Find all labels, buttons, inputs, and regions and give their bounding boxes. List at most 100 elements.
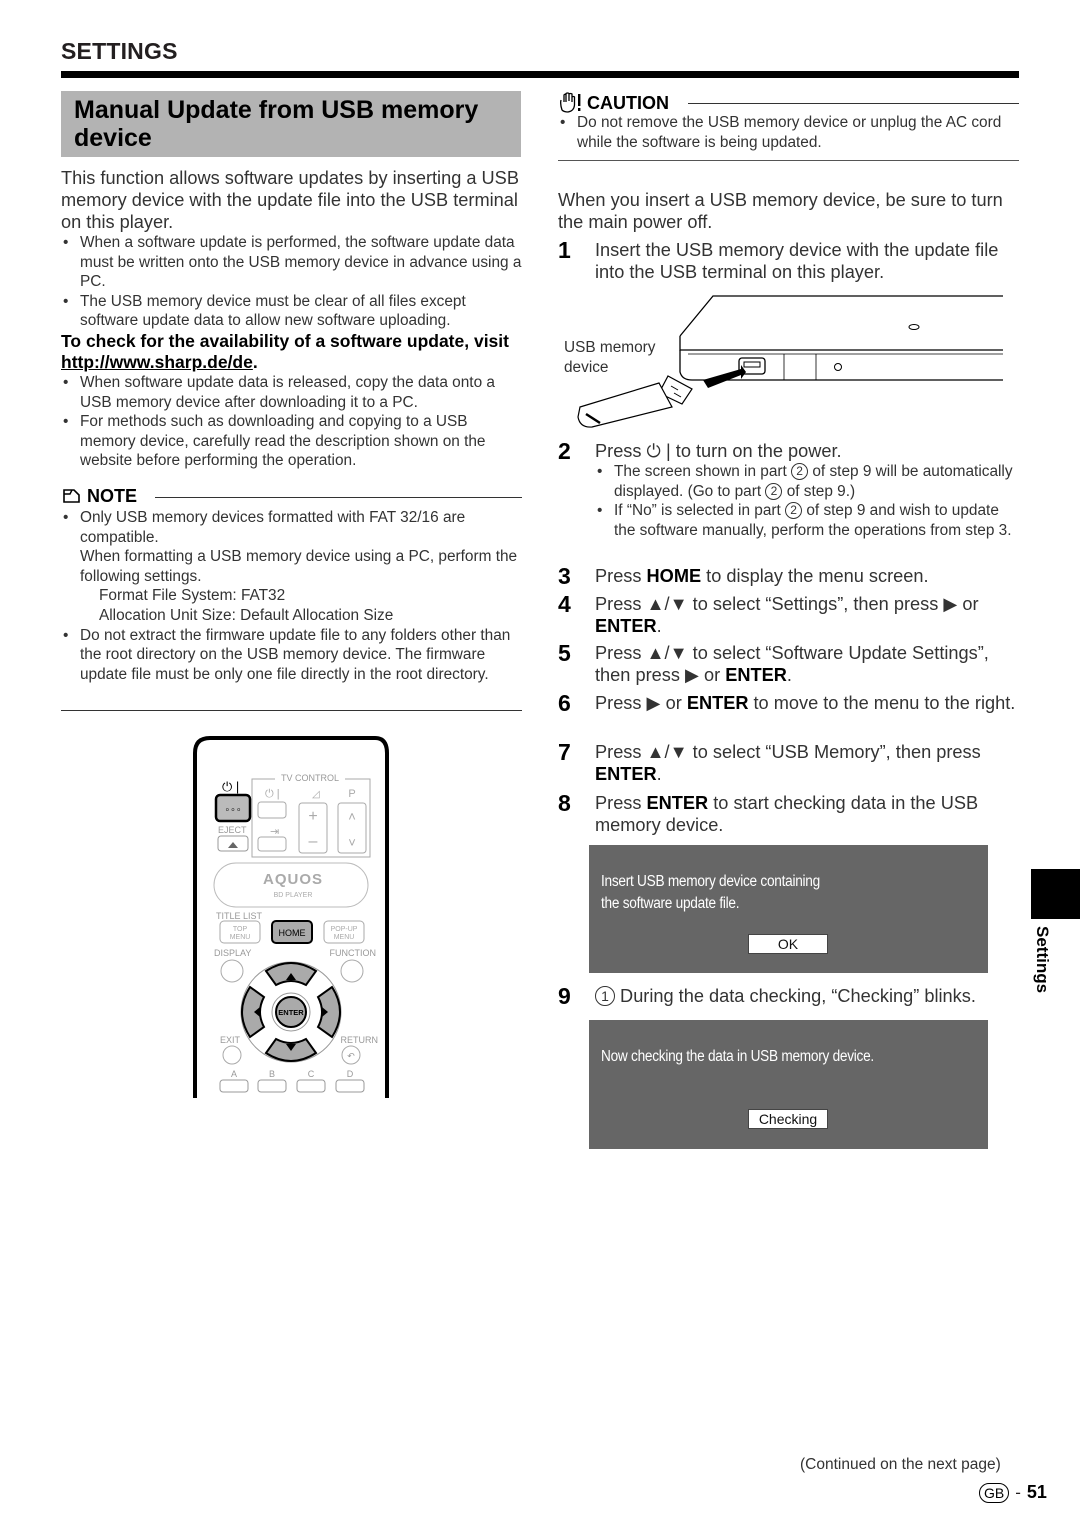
step-text: Press ▲/▼ to select “Settings”, then pre… bbox=[595, 594, 979, 636]
svg-text:TITLE LIST: TITLE LIST bbox=[216, 911, 263, 921]
osd-checking-dialog: Now checking the data in USB memory devi… bbox=[589, 1020, 988, 1149]
svg-text:AQUOS: AQUOS bbox=[263, 871, 323, 888]
intro-block: This function allows software updates by… bbox=[61, 167, 523, 471]
note-item: Only USB memory devices formatted with F… bbox=[61, 508, 523, 626]
update-check-line: To check for the availability of a softw… bbox=[61, 331, 523, 373]
remote-tv-power-button bbox=[257, 801, 287, 819]
svg-text:POP-UP: POP-UP bbox=[331, 926, 358, 933]
note-rule-top bbox=[155, 497, 522, 498]
remote-tv-control-label: TV CONTROL bbox=[281, 773, 339, 783]
step-number: 8 bbox=[558, 790, 571, 816]
svg-text:HOME: HOME bbox=[279, 928, 306, 938]
caution-rule-top bbox=[688, 103, 1019, 104]
svg-text:EJECT: EJECT bbox=[218, 825, 247, 835]
note-setting: Format File System: FAT32 bbox=[99, 587, 286, 605]
step-text: Press ▲/▼ to select “USB Memory”, then p… bbox=[595, 742, 981, 784]
svg-text:RETURN: RETURN bbox=[341, 1035, 379, 1045]
svg-text:BD PLAYER: BD PLAYER bbox=[274, 892, 313, 899]
update-check-suffix: . bbox=[252, 351, 258, 372]
remote-display-button bbox=[220, 959, 244, 983]
svg-text:↶: ↶ bbox=[347, 1051, 355, 1061]
svg-text:TOP: TOP bbox=[233, 926, 248, 933]
svg-text:MENU: MENU bbox=[230, 934, 251, 941]
svg-text:⇥: ⇥ bbox=[270, 826, 279, 838]
remote-key-a bbox=[219, 1079, 249, 1093]
list-item: The screen shown in part 2 of step 9 wil… bbox=[595, 462, 1020, 501]
svg-text:◿: ◿ bbox=[312, 789, 320, 800]
svg-text:⏻ |: ⏻ | bbox=[265, 788, 280, 800]
usb-memory-label: USB memory device bbox=[564, 339, 656, 376]
update-check-text: To check for the availability of a softw… bbox=[61, 330, 509, 351]
step-number: 1 bbox=[558, 237, 571, 263]
svg-text:ENTER: ENTER bbox=[278, 1008, 304, 1017]
svg-text:P: P bbox=[348, 788, 355, 800]
step-text-part: Press bbox=[595, 441, 647, 461]
sharp-website-link[interactable]: http://www.sharp.de/de bbox=[61, 352, 253, 372]
osd-insert-usb-dialog: Insert USB memory device containing the … bbox=[589, 845, 988, 973]
step-text: Press HOME to display the menu screen. bbox=[595, 566, 929, 586]
svg-text:–: – bbox=[309, 833, 318, 850]
circled-number: 2 bbox=[765, 482, 783, 500]
step-number: 2 bbox=[558, 438, 571, 464]
osd-message: Insert USB memory device containing the … bbox=[601, 873, 820, 912]
download-bullets: When software update data is released, c… bbox=[61, 373, 523, 471]
caution-label: CAUTION bbox=[587, 93, 669, 113]
note-text: When formatting a USB memory device usin… bbox=[80, 548, 518, 585]
step-text: Press ▲/▼ to select “Software Update Set… bbox=[595, 643, 989, 685]
note-label: NOTE bbox=[87, 486, 138, 506]
step-text: Press ENTER to start checking data in th… bbox=[595, 793, 979, 835]
list-item: The USB memory device must be clear of a… bbox=[61, 292, 523, 331]
step-number: 3 bbox=[558, 563, 571, 589]
svg-text:FUNCTION: FUNCTION bbox=[330, 948, 377, 958]
header-rule bbox=[61, 71, 1019, 78]
power-off-note: When you insert a USB memory device, be … bbox=[558, 190, 1003, 232]
circled-number: 2 bbox=[791, 463, 809, 480]
step-number: 5 bbox=[558, 640, 571, 666]
list-item: When software update data is released, c… bbox=[61, 373, 523, 412]
caution-item: Do not remove the USB memory device or u… bbox=[558, 113, 1019, 152]
caution-body: Do not remove the USB memory device or u… bbox=[558, 113, 1019, 152]
step-number: 9 bbox=[558, 983, 571, 1009]
svg-text:C: C bbox=[308, 1069, 315, 1079]
page-heading-box: Manual Update from USB memory device bbox=[61, 91, 521, 157]
svg-text:MENU: MENU bbox=[334, 934, 355, 941]
note-icon bbox=[63, 489, 80, 503]
section-title: SETTINGS bbox=[61, 38, 178, 64]
note-setting: Allocation Unit Size: Default Allocation… bbox=[99, 606, 394, 624]
note-header: NOTE bbox=[61, 486, 522, 508]
remote-power-label: ⏻ | bbox=[222, 779, 239, 794]
svg-text:A: A bbox=[231, 1069, 237, 1079]
side-tab-marker bbox=[1031, 869, 1080, 919]
intro-paragraph: This function allows software updates by… bbox=[61, 168, 519, 232]
svg-text:DISPLAY: DISPLAY bbox=[214, 948, 251, 958]
step-number: 4 bbox=[558, 591, 571, 617]
note-text: Only USB memory devices formatted with F… bbox=[80, 509, 466, 546]
continued-note: (Continued on the next page) bbox=[800, 1456, 1001, 1473]
step-text: Press ⏻ | to turn on the power. bbox=[595, 440, 1020, 462]
step-text: 1 During the data checking, “Checking” b… bbox=[595, 985, 1020, 1007]
osd-message: Now checking the data in USB memory devi… bbox=[601, 1048, 874, 1065]
page-number-value: 51 bbox=[1026, 1482, 1047, 1502]
remote-key-c bbox=[296, 1079, 326, 1093]
step-number: 6 bbox=[558, 690, 571, 716]
osd-ok-button[interactable]: OK bbox=[748, 934, 828, 954]
note-body: Only USB memory devices formatted with F… bbox=[61, 508, 523, 684]
caution-header: CAUTION bbox=[558, 92, 1019, 114]
list-item: If “No” is selected in part 2 of step 9 … bbox=[595, 501, 1020, 540]
step-number: 7 bbox=[558, 739, 571, 765]
step-text: Press ▶ or ENTER to move to the menu to … bbox=[595, 693, 1016, 713]
remote-exit-button bbox=[222, 1045, 242, 1065]
step-2-notes: The screen shown in part 2 of step 9 wil… bbox=[595, 462, 1020, 540]
circled-number: 2 bbox=[785, 502, 803, 520]
osd-checking-indicator: Checking bbox=[748, 1109, 828, 1129]
caution-rule-bottom bbox=[558, 160, 1019, 161]
svg-text:D: D bbox=[347, 1069, 354, 1079]
remote-key-b bbox=[257, 1079, 287, 1093]
region-badge: GB bbox=[979, 1482, 1010, 1503]
list-item: When a software update is performed, the… bbox=[61, 233, 523, 292]
circled-number: 1 bbox=[595, 986, 615, 1006]
svg-text:˄: ˄ bbox=[348, 809, 356, 824]
page-number: GB -51 bbox=[979, 1482, 1047, 1506]
page-heading: Manual Update from USB memory device bbox=[74, 96, 479, 152]
step-text: Insert the USB memory device with the up… bbox=[595, 240, 999, 282]
